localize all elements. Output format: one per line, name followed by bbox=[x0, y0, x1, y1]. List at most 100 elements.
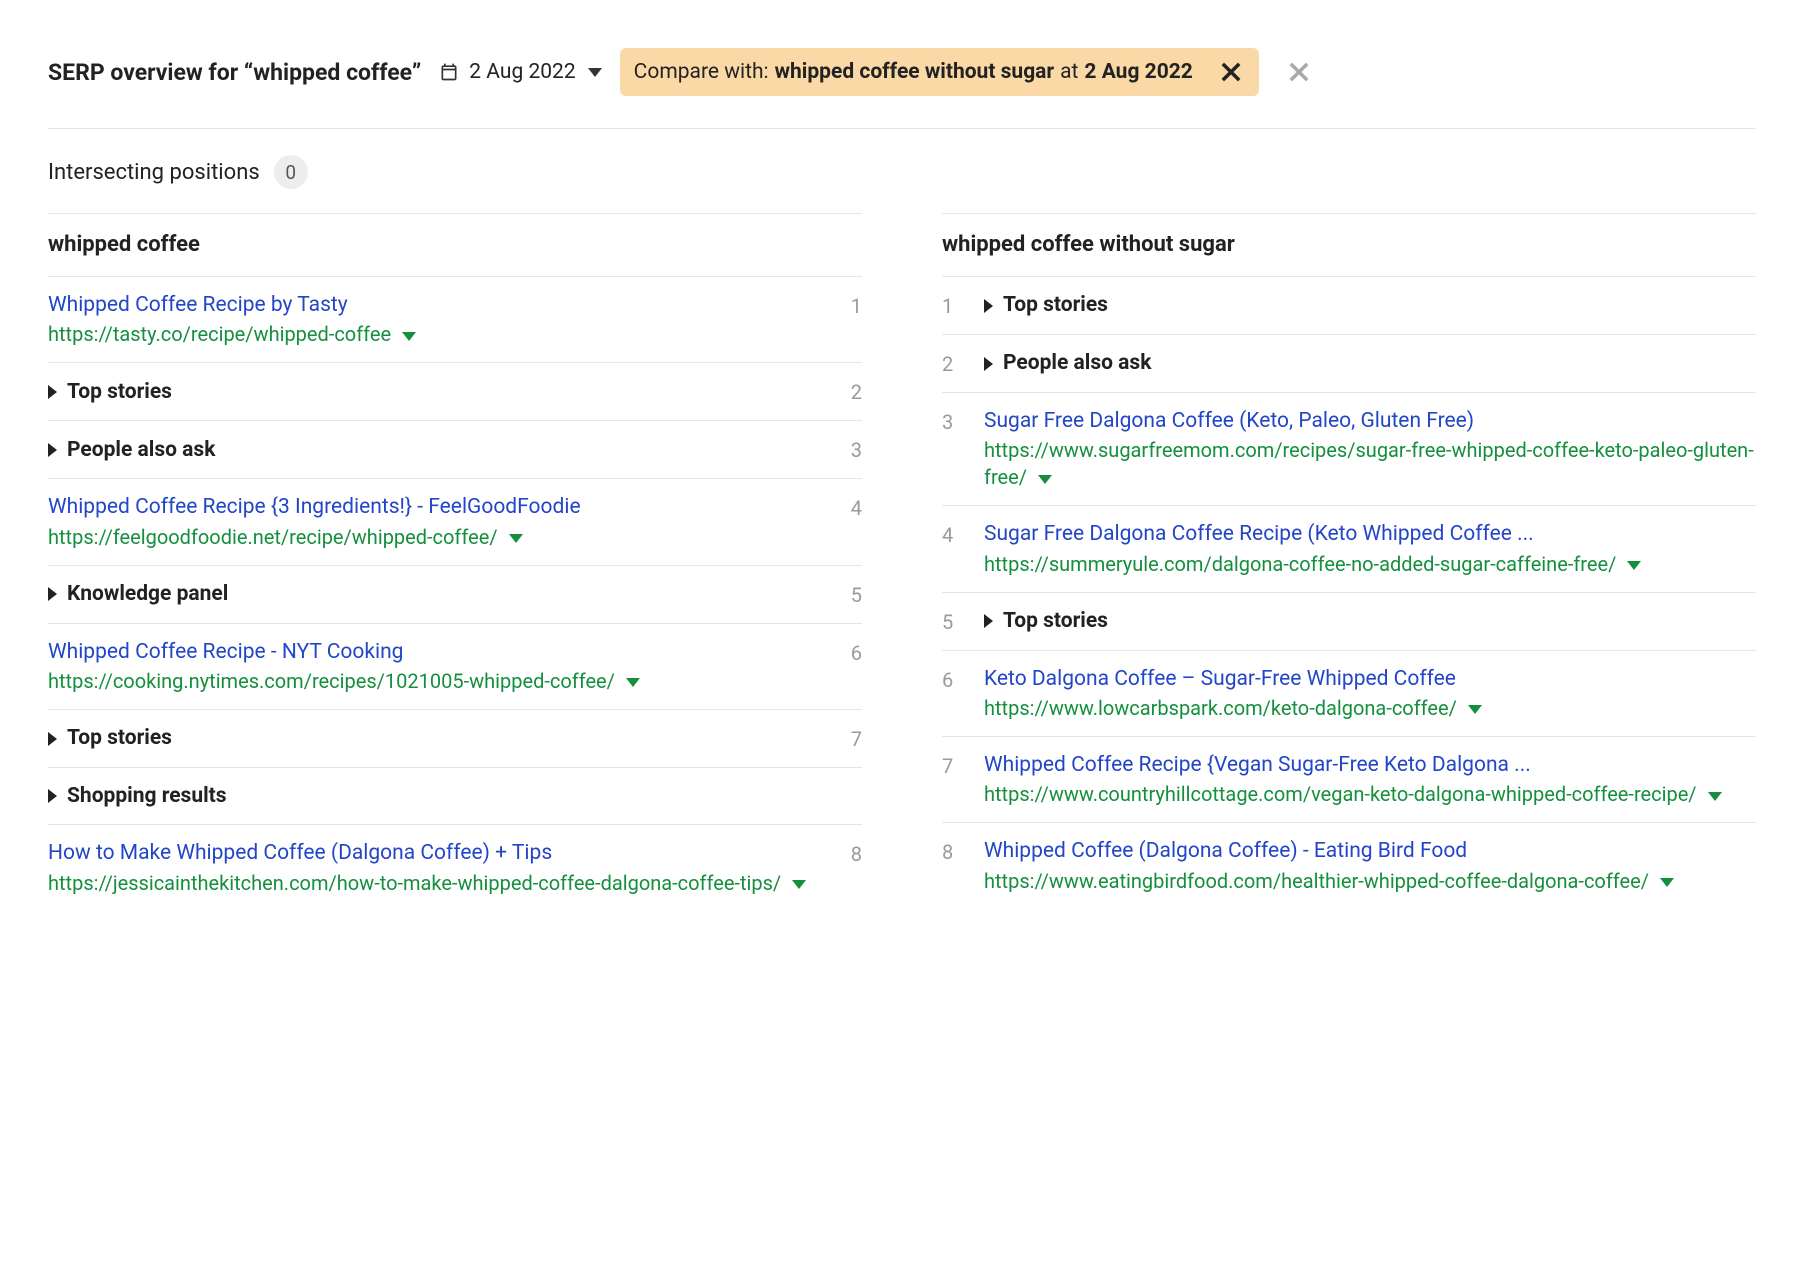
result-url-link[interactable]: https://www.sugarfreemom.com/recipes/sug… bbox=[984, 437, 1756, 491]
serp-feature-toggle[interactable]: Knowledge panel bbox=[48, 580, 820, 609]
chevron-down-icon[interactable] bbox=[1660, 878, 1674, 887]
position-number: 7 bbox=[942, 751, 970, 808]
columns: whipped coffee Whipped Coffee Recipe by … bbox=[48, 213, 1756, 910]
close-panel-icon[interactable] bbox=[1285, 58, 1313, 86]
serp-feature-toggle[interactable]: Top stories bbox=[48, 724, 820, 753]
chevron-down-icon[interactable] bbox=[1038, 475, 1052, 484]
position-number: 2 bbox=[942, 349, 970, 378]
result-url-text: https://www.sugarfreemom.com/recipes/sug… bbox=[984, 438, 1754, 489]
serp-feature-row: 1 Top stories bbox=[942, 277, 1756, 335]
serp-result-row: 4Sugar Free Dalgona Coffee Recipe (Keto … bbox=[942, 506, 1756, 592]
serp-result-content: Whipped Coffee Recipe by Tastyhttps://ta… bbox=[48, 291, 820, 348]
serp-feature-toggle[interactable]: Top stories bbox=[984, 291, 1756, 320]
result-url-link[interactable]: https://www.countryhillcottage.com/vegan… bbox=[984, 781, 1756, 808]
result-url-link[interactable]: https://feelgoodfoodie.net/recipe/whippe… bbox=[48, 524, 820, 551]
serp-feature-label: People also ask bbox=[67, 436, 215, 464]
serp-result-content: Whipped Coffee Recipe - NYT Cookinghttps… bbox=[48, 638, 820, 695]
chevron-right-icon bbox=[48, 385, 57, 399]
result-title-link[interactable]: Whipped Coffee Recipe {3 Ingredients!} -… bbox=[48, 493, 820, 521]
chevron-down-icon[interactable] bbox=[402, 332, 416, 341]
header-bar: SERP overview for “whipped coffee” 2 Aug… bbox=[48, 48, 1756, 129]
position-number: 8 bbox=[942, 837, 970, 894]
serp-feature-label: People also ask bbox=[1003, 349, 1151, 377]
serp-result-row: Whipped Coffee Recipe - NYT Cookinghttps… bbox=[48, 624, 862, 710]
chevron-right-icon bbox=[48, 443, 57, 457]
serp-feature-label: Top stories bbox=[67, 724, 172, 752]
serp-feature-row: Top stories2 bbox=[48, 363, 862, 421]
result-title-link[interactable]: Whipped Coffee (Dalgona Coffee) - Eating… bbox=[984, 837, 1756, 865]
chevron-down-icon[interactable] bbox=[1708, 792, 1722, 801]
serp-result-row: 6Keto Dalgona Coffee – Sugar-Free Whippe… bbox=[942, 651, 1756, 737]
chevron-down-icon[interactable] bbox=[1627, 561, 1641, 570]
serp-feature-toggle[interactable]: Top stories bbox=[48, 377, 820, 406]
serp-feature-row: Shopping results bbox=[48, 768, 862, 825]
right-column: whipped coffee without sugar 1Top storie… bbox=[942, 213, 1756, 910]
serp-feature-label: Top stories bbox=[67, 378, 172, 406]
right-rows: 1 Top stories 2 People also ask 3 Sugar Free … bbox=[942, 277, 1756, 909]
left-rows: Whipped Coffee Recipe by Tastyhttps://ta… bbox=[48, 277, 862, 911]
compare-keyword: whipped coffee without sugar bbox=[775, 58, 1055, 86]
compare-pill[interactable]: Compare with: whipped coffee without sug… bbox=[620, 48, 1259, 96]
intersecting-count-badge: 0 bbox=[274, 155, 308, 189]
chevron-right-icon bbox=[984, 299, 993, 313]
intersecting-row: Intersecting positions 0 bbox=[48, 149, 1756, 213]
result-url-text: https://www.eatingbirdfood.com/healthier… bbox=[984, 869, 1649, 893]
position-number: 1 bbox=[942, 291, 970, 320]
position-number: 6 bbox=[834, 638, 862, 695]
position-number: 3 bbox=[942, 407, 970, 491]
result-url-text: https://www.lowcarbspark.com/keto-dalgon… bbox=[984, 696, 1457, 720]
result-url-link[interactable]: https://www.eatingbirdfood.com/healthier… bbox=[984, 868, 1756, 895]
date-picker[interactable]: 2 Aug 2022 bbox=[439, 58, 601, 86]
result-title-link[interactable]: Keto Dalgona Coffee – Sugar-Free Whipped… bbox=[984, 665, 1756, 693]
serp-feature-toggle[interactable]: Shopping results bbox=[48, 782, 820, 810]
calendar-icon bbox=[439, 62, 459, 82]
serp-feature-row: People also ask3 bbox=[48, 421, 862, 479]
close-icon[interactable] bbox=[1217, 58, 1245, 86]
serp-result-row: Whipped Coffee Recipe {3 Ingredients!} -… bbox=[48, 479, 862, 565]
position-number: 5 bbox=[834, 580, 862, 609]
chevron-right-icon bbox=[48, 732, 57, 746]
chevron-down-icon[interactable] bbox=[626, 678, 640, 687]
serp-feature-row: 2 People also ask bbox=[942, 335, 1756, 393]
serp-result-row: Whipped Coffee Recipe by Tastyhttps://ta… bbox=[48, 277, 862, 363]
date-value: 2 Aug 2022 bbox=[469, 58, 575, 86]
result-title-link[interactable]: Sugar Free Dalgona Coffee Recipe (Keto W… bbox=[984, 520, 1756, 548]
serp-feature-toggle[interactable]: People also ask bbox=[48, 435, 820, 464]
chevron-right-icon bbox=[984, 614, 993, 628]
result-title-link[interactable]: Whipped Coffee Recipe - NYT Cooking bbox=[48, 638, 820, 666]
result-url-link[interactable]: https://cooking.nytimes.com/recipes/1021… bbox=[48, 668, 820, 695]
result-url-link[interactable]: https://summeryule.com/dalgona-coffee-no… bbox=[984, 551, 1756, 578]
serp-result-content: Whipped Coffee Recipe {Vegan Sugar-Free … bbox=[984, 751, 1756, 808]
result-url-link[interactable]: https://tasty.co/recipe/whipped-coffee bbox=[48, 321, 820, 348]
serp-feature-toggle[interactable]: Top stories bbox=[984, 607, 1756, 636]
serp-result-row: How to Make Whipped Coffee (Dalgona Coff… bbox=[48, 825, 862, 910]
result-url-text: https://summeryule.com/dalgona-coffee-no… bbox=[984, 552, 1616, 576]
result-url-text: https://www.countryhillcottage.com/vegan… bbox=[984, 782, 1697, 806]
serp-feature-row: Top stories 7 bbox=[48, 710, 862, 768]
compare-date: 2 Aug 2022 bbox=[1084, 58, 1192, 86]
result-title-link[interactable]: Whipped Coffee Recipe by Tasty bbox=[48, 291, 820, 319]
position-number bbox=[834, 782, 862, 810]
serp-result-row: 3 Sugar Free Dalgona Coffee (Keto, Paleo,… bbox=[942, 393, 1756, 506]
chevron-down-icon[interactable] bbox=[509, 534, 523, 543]
result-title-link[interactable]: Whipped Coffee Recipe {Vegan Sugar-Free … bbox=[984, 751, 1756, 779]
chevron-down-icon[interactable] bbox=[792, 880, 806, 889]
serp-result-content: How to Make Whipped Coffee (Dalgona Coff… bbox=[48, 839, 820, 896]
chevron-down-icon[interactable] bbox=[1468, 705, 1482, 714]
position-number: 7 bbox=[834, 724, 862, 753]
result-url-link[interactable]: https://jessicainthekitchen.com/how-to-m… bbox=[48, 870, 820, 897]
result-url-link[interactable]: https://www.lowcarbspark.com/keto-dalgon… bbox=[984, 695, 1756, 722]
serp-feature-row: 5 Top stories bbox=[942, 593, 1756, 651]
serp-result-content: Sugar Free Dalgona Coffee (Keto, Paleo, … bbox=[984, 407, 1756, 491]
page-title: SERP overview for “whipped coffee” bbox=[48, 57, 421, 88]
serp-feature-label: Shopping results bbox=[67, 782, 227, 810]
result-title-link[interactable]: Sugar Free Dalgona Coffee (Keto, Paleo, … bbox=[984, 407, 1756, 435]
serp-feature-label: Top stories bbox=[1003, 607, 1108, 635]
serp-result-content: Sugar Free Dalgona Coffee Recipe (Keto W… bbox=[984, 520, 1756, 577]
result-title-link[interactable]: How to Make Whipped Coffee (Dalgona Coff… bbox=[48, 839, 820, 867]
position-number: 5 bbox=[942, 607, 970, 636]
result-url-text: https://feelgoodfoodie.net/recipe/whippe… bbox=[48, 525, 498, 549]
chevron-right-icon bbox=[984, 357, 993, 371]
serp-feature-toggle[interactable]: People also ask bbox=[984, 349, 1756, 378]
position-number: 1 bbox=[834, 291, 862, 348]
